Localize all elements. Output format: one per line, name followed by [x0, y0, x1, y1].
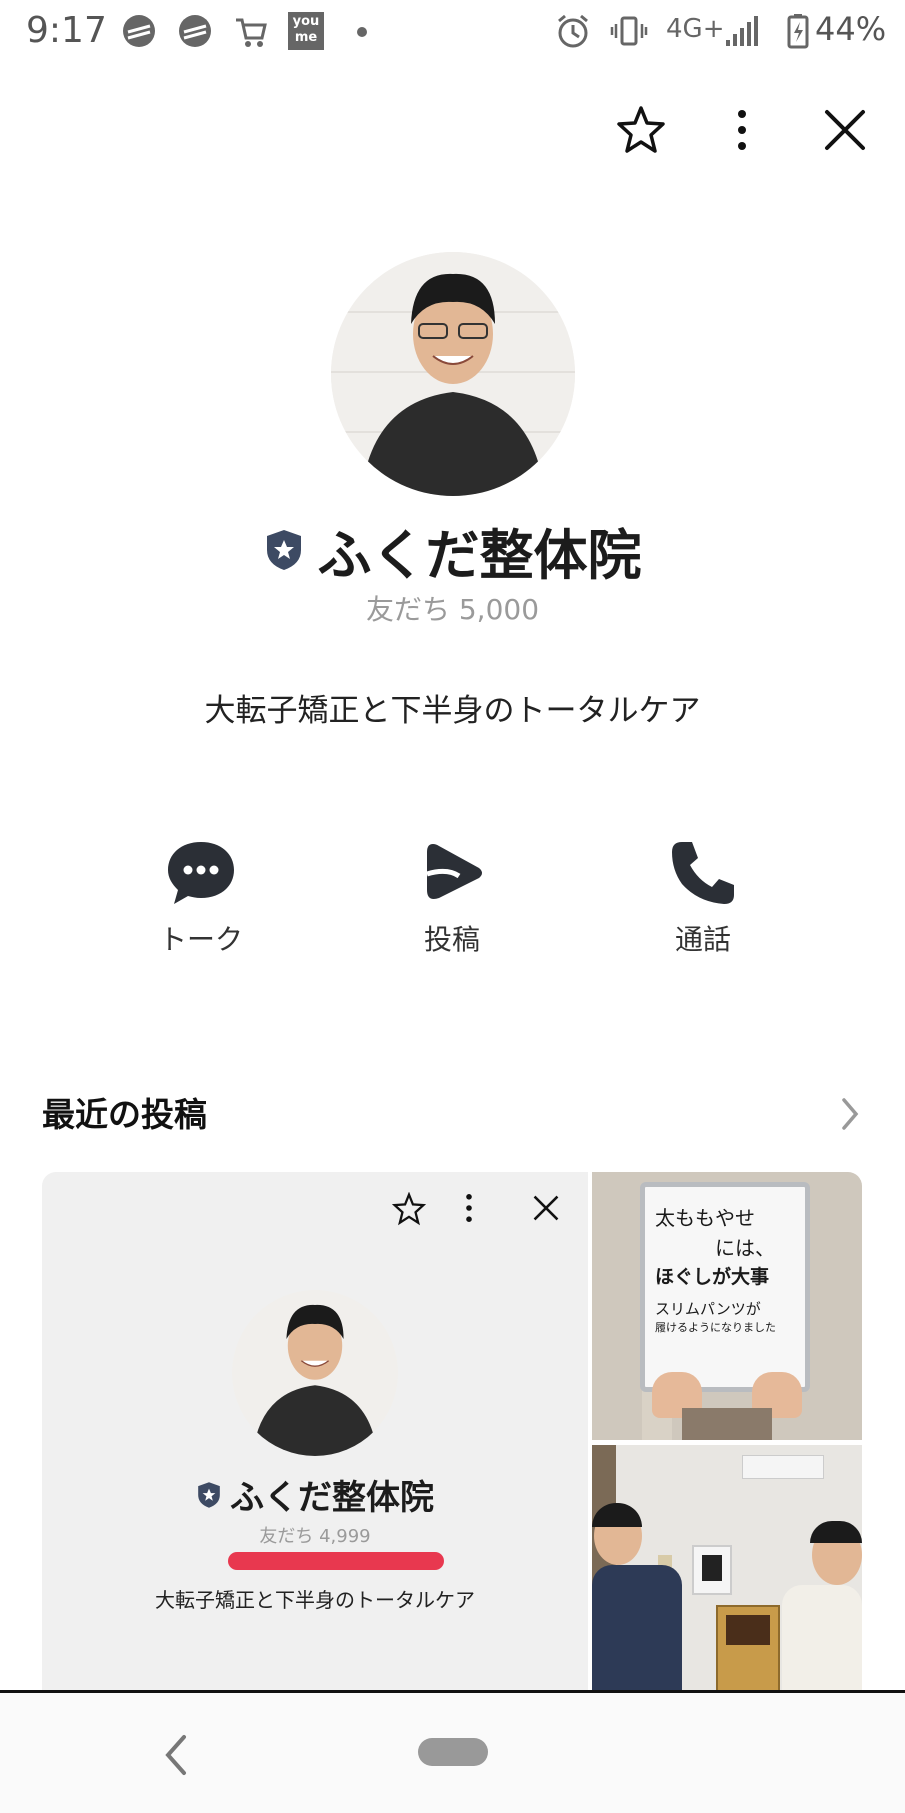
- whiteboard-line: 履けるようになりました: [655, 1321, 776, 1334]
- recent-posts-title: 最近の投稿: [42, 1095, 207, 1134]
- gift-box: [716, 1605, 780, 1692]
- thumbnail-avatar: [232, 1290, 398, 1456]
- chevron-right-icon[interactable]: [838, 1096, 862, 1132]
- talk-button[interactable]: トーク: [121, 838, 281, 978]
- post-button[interactable]: 投稿: [372, 838, 532, 978]
- more-vertical-icon: [738, 110, 746, 150]
- battery-icon: [787, 14, 809, 49]
- back-icon[interactable]: [160, 1733, 190, 1777]
- profile-name: ふくだ整体院: [317, 523, 642, 587]
- whiteboard-line: には、: [715, 1236, 775, 1260]
- signal-icon: [726, 16, 758, 46]
- whiteboard: 太ももやせ には、 ほぐしが大事 スリムパンツが 履けるようになりました: [640, 1182, 810, 1392]
- star-icon: [392, 1192, 426, 1226]
- call-button[interactable]: 通話: [623, 838, 783, 978]
- status-time: 9:17: [26, 10, 107, 51]
- chat-icon: [168, 842, 234, 904]
- star-icon: [617, 106, 665, 153]
- thumbnail-name-row: ふくだ整体院: [42, 1470, 588, 1519]
- verified-shield-icon: [198, 1481, 220, 1508]
- friends-count: 友だち 5,000: [365, 593, 540, 626]
- system-nav-bar: [0, 1690, 905, 1813]
- thumbnail-name: ふくだ整体院: [230, 1478, 434, 1518]
- profile-name-row: ふくだ整体院: [0, 515, 905, 587]
- whiteboard-line: 太ももやせ: [655, 1206, 755, 1230]
- close-button[interactable]: [815, 100, 875, 160]
- verified-shield-icon: [266, 530, 301, 570]
- battery-percent: 44%: [815, 10, 887, 48]
- post-label: 投稿: [423, 923, 480, 956]
- profile-description: 大転子矯正と下半身のトータルケア: [204, 693, 701, 729]
- avatar-photo: [331, 252, 575, 496]
- home-pill[interactable]: [418, 1738, 488, 1766]
- dot-icon: [357, 27, 367, 37]
- cart-icon: [236, 18, 267, 47]
- close-icon: [533, 1195, 559, 1221]
- phone-icon: [672, 842, 734, 904]
- person-body: [682, 1408, 772, 1440]
- whiteboard-line: スリムパンツが: [655, 1299, 761, 1318]
- status-bar: 9:17 you me 4G+ 44%: [0, 0, 905, 62]
- call-label: 通話: [674, 923, 731, 956]
- recent-post-thumbnail[interactable]: ふくだ整体院 友だち 4,999 大転子矯正と下半身のトータルケア: [42, 1172, 588, 1692]
- talk-label: トーク: [158, 923, 243, 956]
- thumbnail-description: 大転子矯正と下半身のトータルケア: [155, 1588, 475, 1612]
- profile-avatar[interactable]: [331, 252, 575, 496]
- thumbnail-friends: 友だち 4,999: [259, 1526, 371, 1547]
- app-icon: [123, 15, 155, 47]
- favorite-button[interactable]: [611, 100, 671, 160]
- whiteboard-line: ほぐしが大事: [655, 1266, 770, 1288]
- whiteboard-photo[interactable]: 太ももやせ には、 ほぐしが大事 スリムパンツが 履けるようになりました: [592, 1172, 862, 1440]
- more-vertical-icon: [466, 1194, 472, 1222]
- alarm-icon: [558, 14, 588, 48]
- youme-icon: you me: [288, 12, 324, 50]
- app-icon: [179, 15, 211, 47]
- network-type: 4G+: [666, 14, 725, 44]
- close-icon: [825, 110, 865, 150]
- more-button[interactable]: [712, 100, 772, 160]
- two-people-photo[interactable]: [592, 1445, 862, 1692]
- vibrate-icon: [610, 16, 648, 46]
- red-highlight-stroke: [228, 1552, 444, 1570]
- post-icon: [426, 844, 482, 899]
